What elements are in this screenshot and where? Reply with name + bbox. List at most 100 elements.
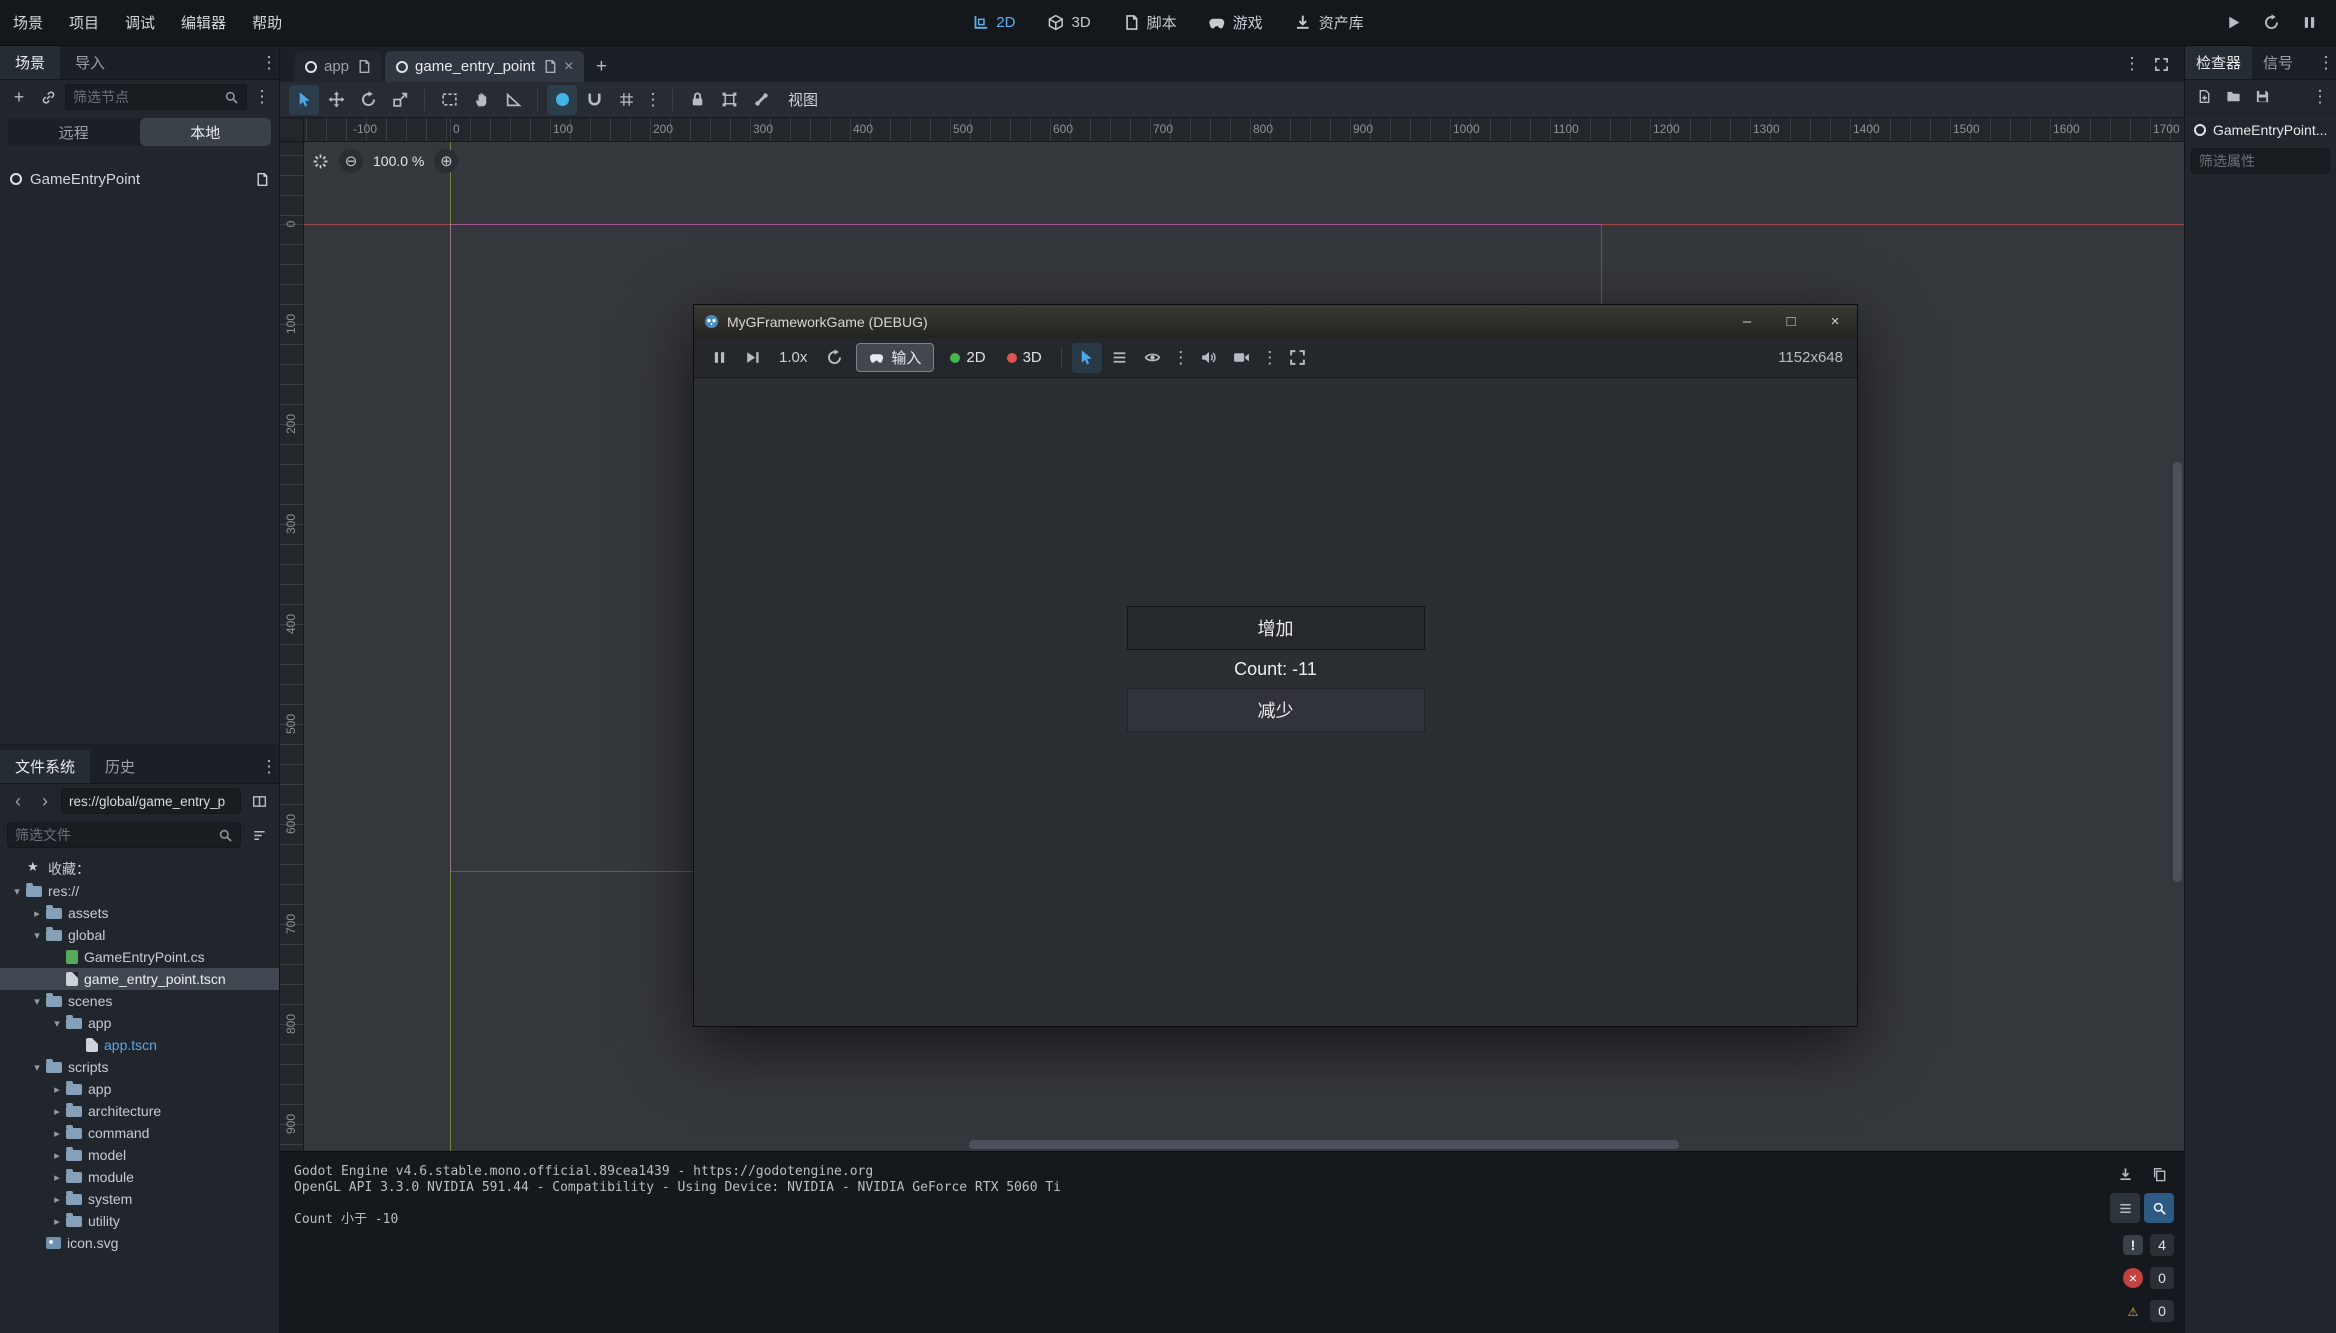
filesystem-menu-icon[interactable]: ⋮	[259, 752, 279, 782]
inspector-menu-icon[interactable]: ⋮	[2316, 48, 2336, 78]
scale-tool-button[interactable]	[385, 85, 415, 115]
minimize-button[interactable]: –	[1725, 305, 1769, 338]
inspected-node-row[interactable]: GameEntryPoint...	[2185, 114, 2336, 146]
expand-arrow-icon[interactable]: ▸	[48, 1171, 66, 1184]
stop-button[interactable]	[2294, 8, 2324, 38]
menu-item[interactable]: 项目	[56, 0, 112, 45]
dock-tab[interactable]: 历史	[90, 750, 150, 783]
select-tool-button[interactable]	[289, 85, 319, 115]
mute-audio-button[interactable]	[1194, 343, 1224, 373]
dock-tab[interactable]: 信号	[2252, 46, 2304, 79]
menu-item[interactable]: 帮助	[239, 0, 295, 45]
workspace-button[interactable]: 3D	[1034, 8, 1103, 38]
tree-item[interactable]: ▾ app	[0, 1012, 279, 1034]
close-window-button[interactable]: ×	[1813, 305, 1857, 338]
tree-item[interactable]: ▸ system	[0, 1188, 279, 1210]
save-resource-button[interactable]	[2249, 82, 2275, 112]
group-object-button[interactable]	[714, 85, 744, 115]
copy-log-button[interactable]	[2144, 1159, 2174, 1189]
scene-tree-root-row[interactable]: GameEntryPoint	[0, 166, 279, 192]
pan-tool-button[interactable]	[466, 85, 496, 115]
camera-override-button[interactable]	[1227, 343, 1257, 373]
tree-item[interactable]: icon.svg	[0, 1232, 279, 1254]
ruler-tool-button[interactable]	[498, 85, 528, 115]
script-icon[interactable]	[542, 59, 557, 74]
tree-item[interactable]: ▾ global	[0, 924, 279, 946]
toggle-visibility-button[interactable]	[1138, 343, 1168, 373]
scroll-to-bottom-button[interactable]	[2110, 1159, 2140, 1189]
distraction-free-button[interactable]	[2146, 49, 2176, 79]
expand-arrow-icon[interactable]: ▸	[48, 1215, 66, 1228]
remote-local-button[interactable]: 本地	[140, 118, 272, 146]
debug-3d-button[interactable]: 3D	[998, 349, 1051, 366]
dock-tab[interactable]: 文件系统	[0, 750, 90, 783]
zoom-in-button[interactable]: ⊕	[434, 149, 458, 173]
log-filter-button[interactable]	[2110, 1193, 2140, 1223]
workspace-button[interactable]: 2D	[959, 8, 1028, 38]
load-resource-button[interactable]	[2220, 82, 2246, 112]
menu-item[interactable]: 编辑器	[168, 0, 239, 45]
tree-item[interactable]: ▾ res://	[0, 880, 279, 902]
tree-item[interactable]: GameEntryPoint.cs	[0, 946, 279, 968]
debugger-badge[interactable]: 0	[2123, 1300, 2174, 1322]
remote-local-button[interactable]: 远程	[8, 118, 140, 146]
skeleton-options-button[interactable]	[746, 85, 776, 115]
dock-tab[interactable]: 检查器	[2185, 46, 2252, 79]
tree-item[interactable]: ▾ scripts	[0, 1056, 279, 1078]
workspace-button[interactable]: 资产库	[1282, 8, 1377, 38]
expand-arrow-icon[interactable]: ▸	[48, 1105, 66, 1118]
resource-menu-icon[interactable]: ⋮	[2310, 82, 2330, 112]
dock-menu-icon[interactable]: ⋮	[259, 48, 279, 78]
tree-item[interactable]: ▾ scenes	[0, 990, 279, 1012]
filter-nodes-input[interactable]	[73, 89, 219, 105]
maximize-button[interactable]: □	[1769, 305, 1813, 338]
nav-back-button[interactable]: ‹	[7, 788, 29, 814]
game-speed-button[interactable]: 1.0x	[770, 349, 816, 366]
show-grid-toggle[interactable]	[611, 85, 641, 115]
expand-arrow-icon[interactable]: ▾	[28, 1061, 46, 1074]
expand-arrow-icon[interactable]: ▸	[48, 1193, 66, 1206]
add-node-button[interactable]: +	[7, 82, 31, 112]
tree-item[interactable]: 收藏：	[0, 858, 279, 880]
tree-item[interactable]: ▸ app	[0, 1078, 279, 1100]
play-button[interactable]	[2218, 8, 2248, 38]
expand-arrow-icon[interactable]: ▾	[48, 1017, 66, 1030]
tree-item[interactable]: ▸ command	[0, 1122, 279, 1144]
smart-snap-toggle[interactable]	[547, 85, 577, 115]
workspace-button[interactable]: 游戏	[1196, 8, 1276, 38]
zoom-out-button[interactable]: ⊖	[339, 149, 363, 173]
next-frame-button[interactable]	[737, 343, 767, 373]
reset-speed-button[interactable]	[819, 343, 849, 373]
scrollbar-thumb[interactable]	[969, 1140, 1679, 1149]
selection-list-button[interactable]	[1105, 343, 1135, 373]
decrease-button[interactable]: 减少	[1127, 688, 1425, 732]
list-select-button[interactable]	[434, 85, 464, 115]
expand-arrow-icon[interactable]: ▸	[28, 907, 46, 920]
dock-tab[interactable]: 场景	[0, 46, 60, 79]
tree-item[interactable]: ▸ assets	[0, 902, 279, 924]
horizontal-scrollbar[interactable]	[304, 1140, 2172, 1149]
scene-tree-menu-icon[interactable]: ⋮	[252, 82, 272, 112]
vertical-scrollbar[interactable]	[2173, 142, 2182, 1139]
tree-item[interactable]: ▸ utility	[0, 1210, 279, 1232]
scene-tab[interactable]: app	[294, 51, 382, 82]
tree-item[interactable]: game_entry_point.tscn	[0, 968, 279, 990]
selection-options-menu-icon[interactable]: ⋮	[1171, 343, 1191, 373]
debugger-badge[interactable]: 4	[2123, 1234, 2174, 1256]
expand-arrow-icon[interactable]: ▾	[8, 885, 26, 898]
script-icon[interactable]	[254, 172, 269, 187]
new-scene-tab-button[interactable]: +	[587, 51, 615, 82]
menu-item[interactable]: 调试	[112, 0, 168, 45]
log-search-button[interactable]	[2144, 1193, 2174, 1223]
snap-options-menu-icon[interactable]: ⋮	[643, 85, 663, 115]
debug-2d-button[interactable]: 2D	[941, 349, 994, 366]
filter-files-input[interactable]	[15, 827, 213, 843]
embed-options-button[interactable]	[1283, 343, 1313, 373]
expand-arrow-icon[interactable]: ▾	[28, 929, 46, 942]
filter-properties-input[interactable]	[2199, 153, 2322, 169]
tree-item[interactable]: ▸ model	[0, 1144, 279, 1166]
grid-snap-toggle[interactable]	[579, 85, 609, 115]
script-icon[interactable]	[356, 59, 371, 74]
increase-button[interactable]: 增加	[1127, 606, 1425, 650]
move-tool-button[interactable]	[321, 85, 351, 115]
